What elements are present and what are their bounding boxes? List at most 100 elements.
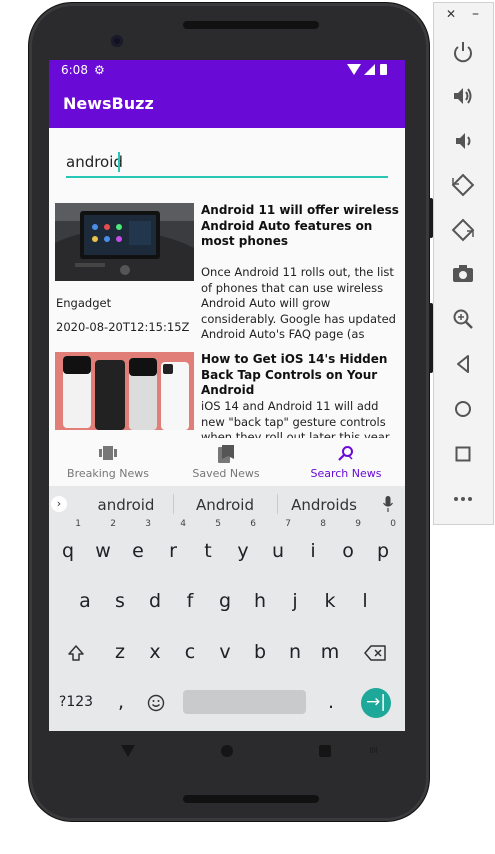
enter-key[interactable]: →| [361,688,391,718]
suggestion-item[interactable]: Androids [279,496,369,514]
key-t[interactable]: t5 [193,519,223,571]
key-z[interactable]: z [105,632,135,672]
key-o[interactable]: o9 [333,519,363,571]
key-k[interactable]: k [315,581,345,621]
key-y[interactable]: y6 [228,519,258,571]
front-camera [111,35,123,47]
key-label: b [253,641,267,663]
recents-nav-icon[interactable] [319,745,331,757]
nav-label: Search News [310,467,382,480]
key-w[interactable]: w2 [88,519,118,571]
power-icon[interactable] [450,39,476,65]
overview-icon[interactable] [450,441,476,467]
key-label: g [218,590,232,612]
back-nav-icon[interactable] [121,745,135,757]
key-b[interactable]: b [245,632,275,672]
key-x[interactable]: x [140,632,170,672]
key-f[interactable]: f [175,581,205,621]
article-card[interactable]: How to Get iOS 14's Hidden Back Tap Cont… [55,352,397,438]
key-i[interactable]: i8 [298,519,328,571]
back-icon[interactable] [450,351,476,377]
key-label: s [115,590,125,612]
shift-key[interactable] [61,632,91,672]
app-title: NewsBuzz [63,94,154,113]
minimize-icon[interactable]: – [472,6,479,22]
key-label: r [169,540,177,562]
key-label: p [376,540,390,562]
suggestion-item[interactable]: android [81,496,171,514]
article-source: Engadget [56,296,112,310]
key-n[interactable]: n [280,632,310,672]
article-date: 2020-08-20T12:15:15Z [56,320,190,334]
nav-breaking-news[interactable]: Breaking News [49,442,167,482]
article-description: iOS 14 and Android 11 will add new "back… [201,399,394,438]
camera-icon[interactable] [450,261,476,287]
status-bar: 6:08 ⚙ [49,60,405,80]
key-comma[interactable]: , [107,682,135,722]
cell-signal-icon [364,64,375,75]
keyboard-switcher-icon[interactable]: ⠿⠿ [369,747,378,755]
close-icon[interactable]: ✕ [446,7,456,21]
key-q[interactable]: q1 [53,519,83,571]
key-l[interactable]: l [350,581,380,621]
emoji-key[interactable] [141,682,171,722]
bookmark-icon [218,445,234,467]
key-p[interactable]: p0 [368,519,398,571]
key-period[interactable]: . [317,682,345,722]
nav-saved-news[interactable]: Saved News [167,442,285,482]
search-icon [338,445,354,465]
article-thumbnail [55,352,194,430]
search-input[interactable] [66,150,366,174]
key-u[interactable]: u7 [263,519,293,571]
key-d[interactable]: d [140,581,170,621]
key-v[interactable]: v [210,632,240,672]
device-screen: 6:08 ⚙ NewsBuzz android Android 11 will … [49,60,405,731]
key-r[interactable]: r4 [158,519,188,571]
bottom-speaker [183,795,319,803]
key-g[interactable]: g [210,581,240,621]
article-title: How to Get iOS 14's Hidden Back Tap Cont… [201,352,388,397]
backspace-key[interactable] [360,632,390,672]
key-m[interactable]: m [315,632,345,672]
emulator-toolbar: ✕ – [433,2,494,525]
shift-icon [67,641,85,663]
key-label: j [292,590,298,612]
key-hint: 9 [355,519,361,529]
more-options-icon[interactable] [450,486,476,512]
key-hint: 4 [180,519,186,529]
zoom-icon[interactable] [450,306,476,332]
rotate-left-icon[interactable] [450,172,476,198]
key-s[interactable]: s [105,581,135,621]
suggestion-item[interactable]: Android [180,496,270,514]
key-e[interactable]: e3 [123,519,153,571]
key-label: n [288,641,302,663]
earpiece-speaker [183,21,319,29]
volume-up-icon[interactable] [450,83,476,109]
search-field[interactable] [66,150,388,178]
home-icon[interactable] [450,396,476,422]
key-c[interactable]: c [175,632,205,672]
breaking-news-icon [99,445,117,464]
key-label: f [186,590,194,612]
article-title: Android 11 will offer wireless Android A… [201,203,399,248]
key-hint: 8 [320,519,326,529]
article-card[interactable]: Android 11 will offer wireless Android A… [55,203,399,343]
app-bar: NewsBuzz [49,80,405,128]
rotate-right-icon[interactable] [450,217,476,243]
chevron-right-icon[interactable]: › [51,496,67,512]
divider [277,494,278,514]
key-label: o [342,540,354,562]
nav-search-news[interactable]: Search News [287,442,405,482]
article-thumbnail [55,203,194,281]
text-cursor [118,152,120,172]
key-j[interactable]: j [280,581,310,621]
home-nav-icon[interactable] [221,745,233,757]
symbols-key[interactable]: ?123 [55,682,97,722]
space-bar[interactable] [183,690,306,714]
microphone-icon[interactable] [383,496,393,516]
key-hint: 6 [250,519,256,529]
key-label: a [79,590,91,612]
key-a[interactable]: a [70,581,100,621]
key-h[interactable]: h [245,581,275,621]
volume-down-icon[interactable] [450,128,476,154]
